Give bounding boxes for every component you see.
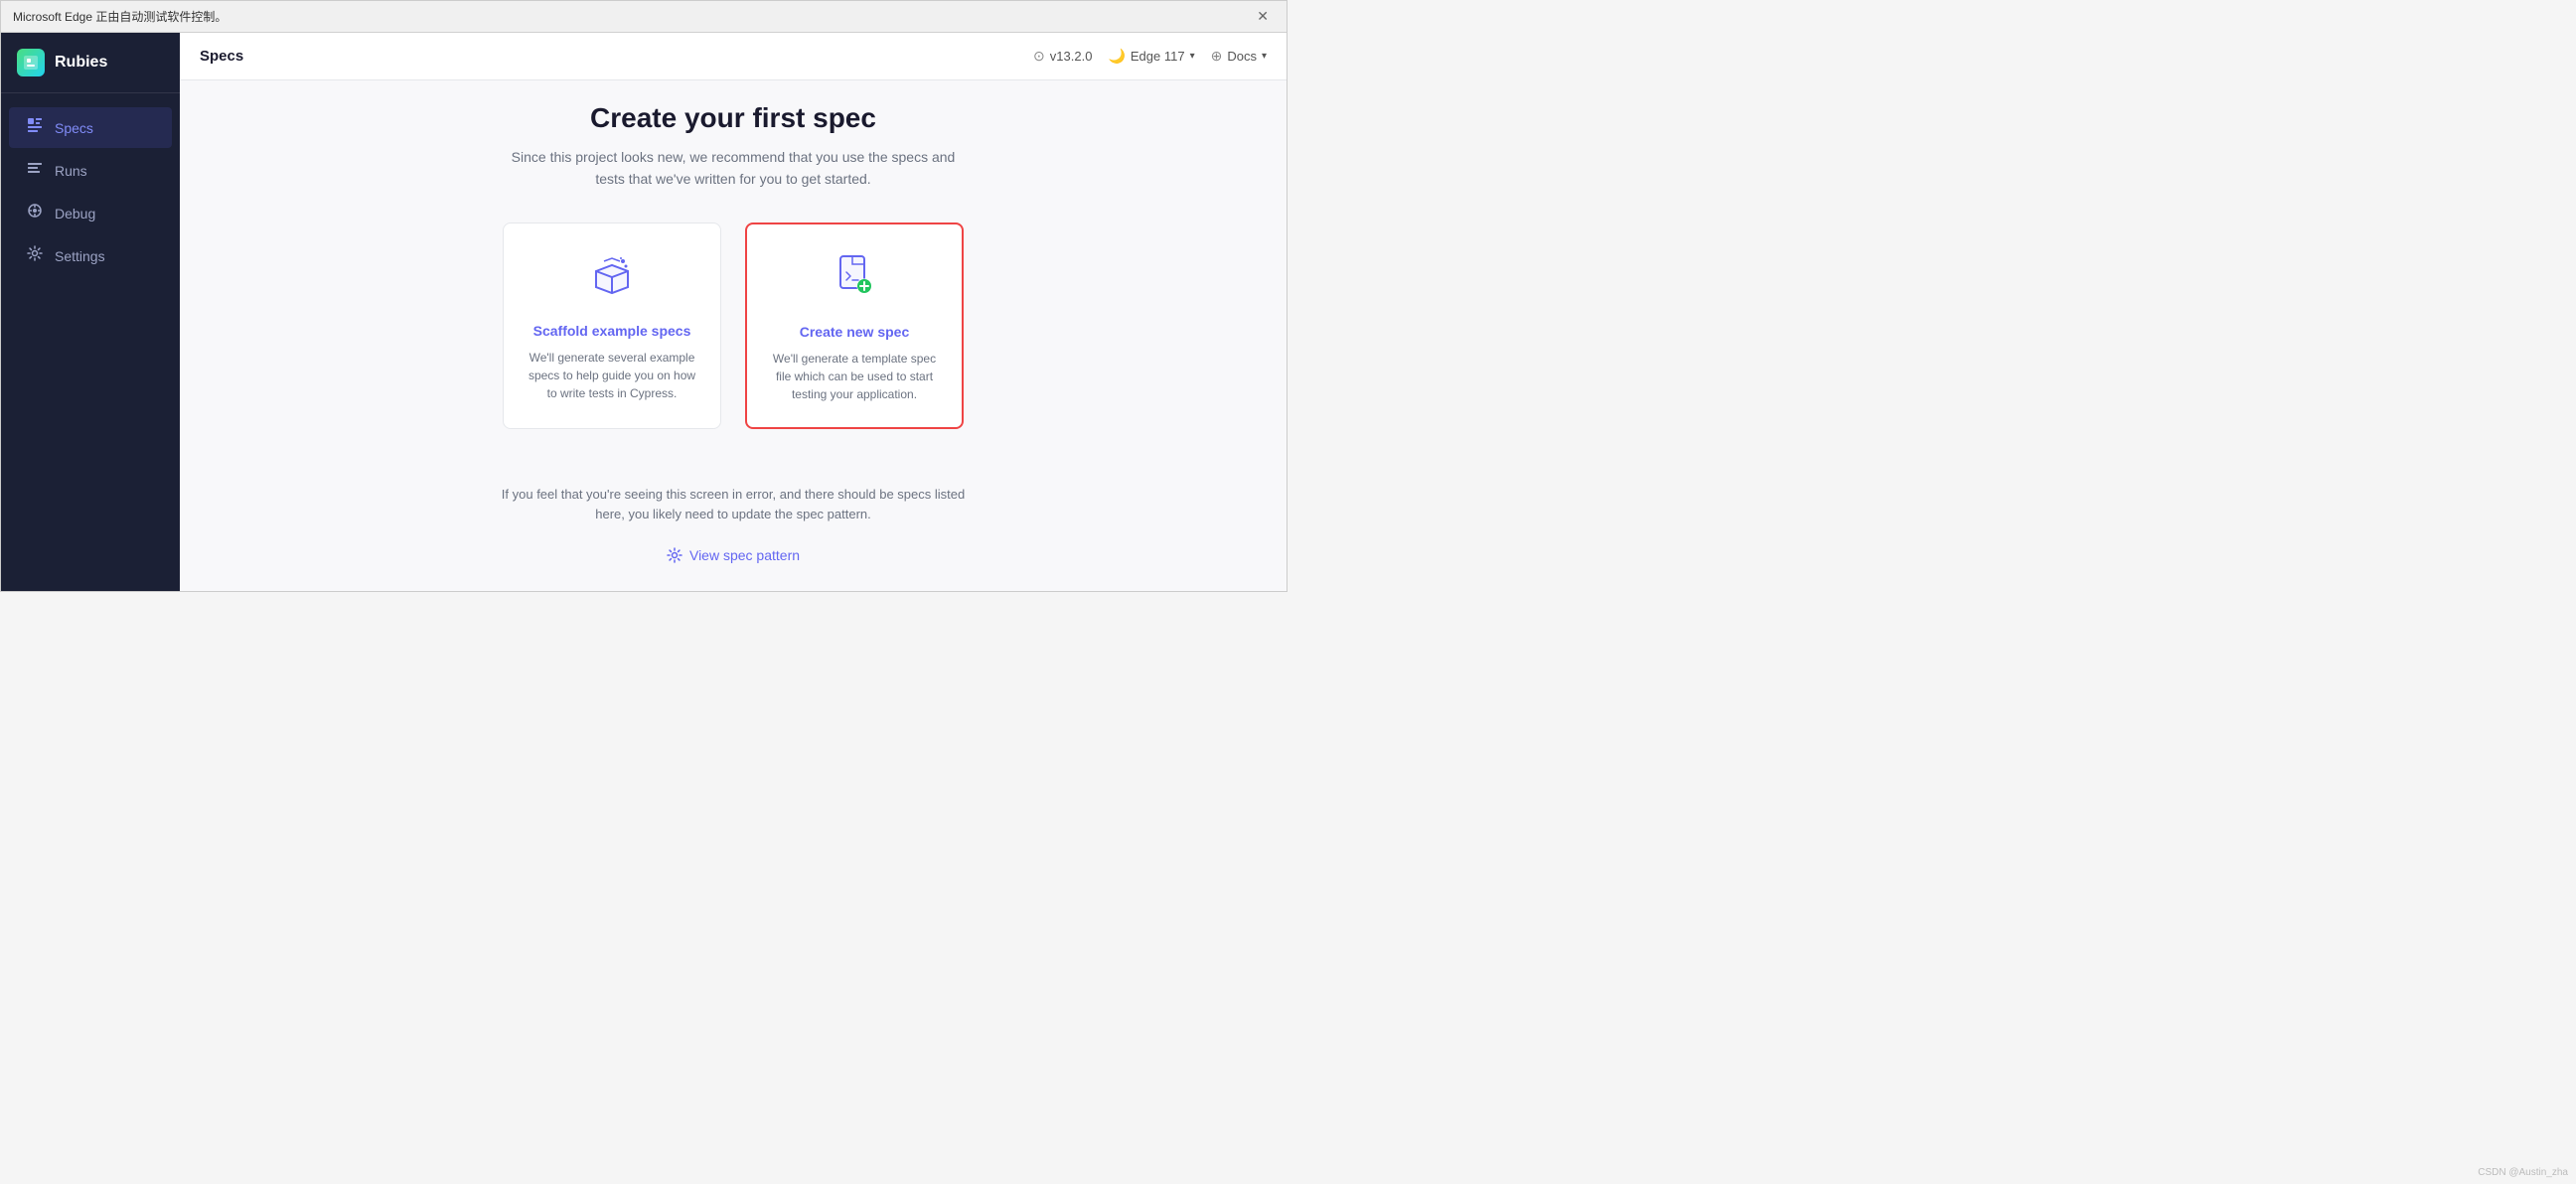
logo-icon [17, 49, 45, 76]
title-bar: Microsoft Edge 正由自动测试软件控制。 ✕ [1, 1, 1287, 33]
close-button[interactable]: ✕ [1251, 6, 1275, 27]
sidebar-label-runs: Runs [55, 163, 87, 179]
watermark: CSDN @Austin_zha [2478, 1167, 2568, 1178]
version-icon: ⊙ [1033, 48, 1045, 65]
version-text: v13.2.0 [1050, 49, 1093, 64]
app-body: Rubies Specs [1, 33, 1287, 591]
title-bar-text: Microsoft Edge 正由自动测试软件控制。 [13, 8, 227, 25]
debug-icon [25, 203, 45, 223]
topbar-right: ⊙ v13.2.0 🌙 Edge 117 ▾ ⊕ Docs ▾ [1033, 48, 1267, 65]
docs-item[interactable]: ⊕ Docs ▾ [1211, 48, 1267, 65]
docs-text: Docs [1227, 49, 1257, 64]
sidebar-logo: Rubies [1, 33, 180, 93]
top-bar: Specs ⊙ v13.2.0 🌙 Edge 117 ▾ ⊕ Docs ▾ [180, 33, 1287, 80]
docs-chevron: ▾ [1262, 51, 1267, 62]
create-new-title: Create new spec [800, 324, 910, 340]
main-content: Specs ⊙ v13.2.0 🌙 Edge 117 ▾ ⊕ Docs ▾ [180, 33, 1287, 591]
create-new-card[interactable]: Create new spec We'll generate a templat… [745, 222, 964, 429]
sidebar-item-runs[interactable]: Runs [9, 150, 172, 191]
docs-icon: ⊕ [1211, 48, 1223, 65]
create-new-icon [831, 252, 878, 310]
scaffold-desc: We'll generate several example specs to … [524, 349, 700, 402]
browser-text: Edge 117 [1131, 49, 1185, 64]
version-item: ⊙ v13.2.0 [1033, 48, 1092, 65]
view-spec-pattern-button[interactable]: View spec pattern [653, 541, 814, 569]
topbar-title: Specs [200, 48, 243, 65]
scaffold-icon [588, 251, 636, 309]
view-spec-pattern-label: View spec pattern [689, 547, 800, 563]
logo-text: Rubies [55, 54, 107, 72]
create-new-desc: We'll generate a template spec file whic… [767, 350, 942, 403]
scaffold-title: Scaffold example specs [533, 323, 691, 339]
scaffold-card[interactable]: Scaffold example specs We'll generate se… [503, 222, 721, 429]
browser-item[interactable]: 🌙 Edge 117 ▾ [1108, 48, 1194, 65]
error-text: If you feel that you're seeing this scre… [495, 485, 972, 526]
browser-chevron: ▾ [1190, 51, 1195, 62]
cards-row: Scaffold example specs We'll generate se… [503, 222, 964, 429]
sidebar-label-specs: Specs [55, 120, 93, 136]
app-window: Microsoft Edge 正由自动测试软件控制。 ✕ Rubies [0, 0, 1288, 592]
sidebar-item-settings[interactable]: Settings [9, 235, 172, 276]
page-subtext: Since this project looks new, we recomme… [495, 146, 972, 191]
sidebar-nav: Specs Runs [1, 93, 180, 591]
sidebar-item-debug[interactable]: Debug [9, 193, 172, 233]
moon-icon: 🌙 [1108, 48, 1125, 65]
specs-icon [25, 117, 45, 138]
sidebar-label-debug: Debug [55, 206, 95, 222]
page-heading: Create your first spec [590, 102, 876, 134]
sidebar: Rubies Specs [1, 33, 180, 591]
sidebar-label-settings: Settings [55, 248, 105, 264]
sidebar-item-specs[interactable]: Specs [9, 107, 172, 148]
settings-icon [25, 245, 45, 266]
gear-icon [667, 547, 682, 563]
content-area: Create your first spec Since this projec… [180, 80, 1287, 591]
runs-icon [25, 160, 45, 181]
